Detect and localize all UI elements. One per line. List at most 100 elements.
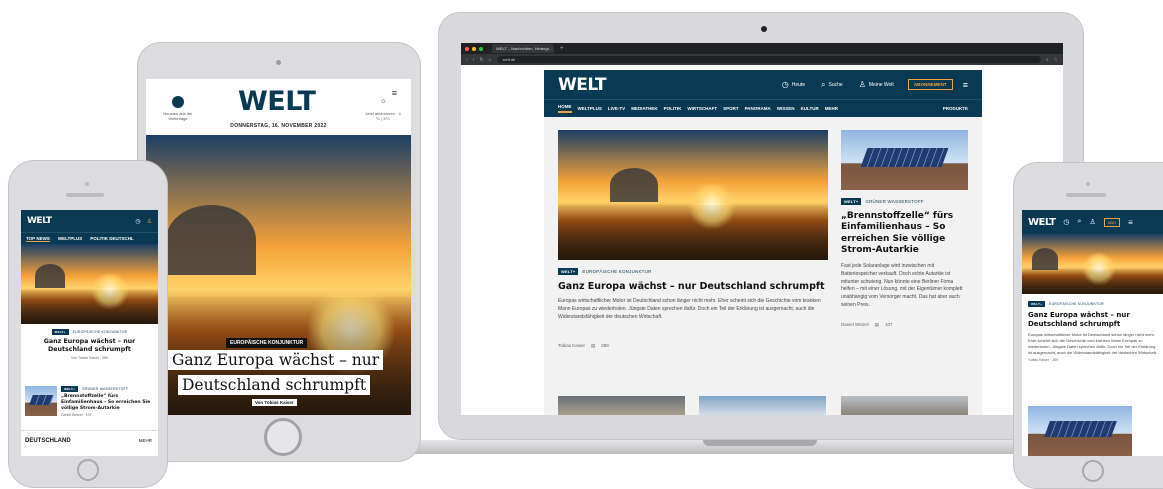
teaser-thumbnail-3[interactable] <box>841 396 968 415</box>
main-navigation: HOME WELTPLUS LIVE-TV MEDIATHEK POLITIK WIRTS… <box>544 99 982 117</box>
sun-glow <box>688 182 736 230</box>
tablet-headline-line-2[interactable]: Deutschland schrumpft <box>178 375 371 395</box>
tablet-byline: Von Tobias Kaiser <box>252 399 297 406</box>
phone-left-header: WELT ◷ ♙ <box>21 210 158 232</box>
subscribe-button[interactable]: ABO <box>1103 217 1121 227</box>
phone-left-tab[interactable]: WELTPLUS <box>58 236 82 241</box>
nav-item-weltplus[interactable]: WELTPLUS <box>578 106 602 111</box>
address-bar[interactable]: welt.de <box>496 56 1041 63</box>
lead-comment-count[interactable]: 289 <box>601 343 609 349</box>
phone-left-lead-photo[interactable] <box>21 244 158 324</box>
forward-icon[interactable]: › <box>473 57 475 63</box>
maximize-window-button[interactable] <box>479 46 483 51</box>
reichstag-dome <box>166 205 256 275</box>
side-story[interactable]: WELT+ GRÜNER WASSERSTOFF „Brennstoffzell… <box>841 130 968 328</box>
today-button[interactable]: ◷ Heute <box>782 80 805 89</box>
browser-tab[interactable]: WELT – Nachrichten, Hintergr... <box>492 44 554 53</box>
sun-glow <box>1082 252 1116 286</box>
menu-icon[interactable]: ≡ <box>963 80 968 90</box>
tablet-lead-photo[interactable] <box>146 135 411 415</box>
phone-right-solar-photo[interactable] <box>1028 406 1132 456</box>
tablet-home-button[interactable] <box>264 418 302 456</box>
phone-left-item-headline[interactable]: „Brennstoffzelle“ fürs Einfamilienhaus –… <box>61 394 155 412</box>
welt-logo[interactable]: WELT <box>238 86 316 117</box>
nav-item-kultur[interactable]: KULTUR <box>801 106 819 111</box>
phone-left-tab[interactable]: TOP NEWS <box>26 236 50 242</box>
phone-left-headline[interactable]: Ganz Europa wächst – nur Deutschland sch… <box>21 335 158 354</box>
welt-logo[interactable]: WELT <box>558 75 606 95</box>
menu-icon[interactable]: ≡ <box>1128 218 1133 227</box>
minimize-window-button[interactable] <box>472 46 476 51</box>
site-header: WELT ◷ Heute ⌕ Suche ♙ Meine Welt ABONNEMEN… <box>544 70 982 99</box>
section-more-link[interactable]: MEHR <box>139 438 152 444</box>
section-title[interactable]: DEUTSCHLAND <box>25 438 71 444</box>
account-icon[interactable]: ♙ <box>147 218 152 225</box>
nav-item-panorama[interactable]: PANORAMA <box>745 106 771 111</box>
welt-logo[interactable]: WELT <box>1028 217 1056 228</box>
welt-plus-badge: WELT+ <box>558 268 579 275</box>
nav-item-wissen[interactable]: WISSEN <box>777 106 795 111</box>
reichstag-dome <box>35 264 65 288</box>
phone-right-home-button[interactable] <box>1082 460 1104 482</box>
account-button[interactable]: ♙ Meine Welt <box>859 80 894 89</box>
phone-left-item-photo[interactable] <box>25 386 57 416</box>
clock-icon[interactable]: ◷ <box>135 218 140 225</box>
side-headline[interactable]: „Brennstoffzelle“ fürs Einfamilienhaus –… <box>841 211 968 256</box>
nav-item-politik[interactable]: POLITIK <box>664 106 682 111</box>
subscribe-button[interactable]: ABONNEMENT <box>907 79 953 90</box>
reichstag-dome <box>1032 248 1058 270</box>
phone-right-lead-photo[interactable] <box>1022 234 1163 294</box>
tablet-kicker: EUROPÄISCHE KONJUNKTUR <box>226 338 308 348</box>
clock-icon: ◷ <box>781 80 789 89</box>
phone-right-speaker <box>1066 193 1106 197</box>
phone-left-home-button[interactable] <box>77 459 99 481</box>
lead-teaser: Europas wirtschaftlicher Motor ist Deuts… <box>558 298 821 320</box>
phone-right-camera <box>1086 182 1090 186</box>
welt-plus-badge: WELT+ <box>61 386 79 392</box>
search-icon[interactable]: ⌕ <box>1046 57 1049 63</box>
phone-left-speaker <box>66 193 104 197</box>
weather-icon[interactable] <box>172 96 184 108</box>
nav-item-wirtschaft[interactable]: WIRTSCHAFT <box>687 106 717 111</box>
tablet-headline-line-1[interactable]: Ganz Europa wächst – nur <box>168 350 384 370</box>
side-comment-count[interactable]: 107 <box>885 322 893 328</box>
nav-item-mediathek[interactable]: MEDIATHEK <box>631 106 657 111</box>
account-label: Meine Welt <box>868 81 894 88</box>
nav-item-live-tv[interactable]: LIVE-TV <box>608 106 625 111</box>
phone-left-tab[interactable]: POLITIK DEUTSCHL <box>90 236 134 241</box>
phone-left-list-item[interactable]: WELT+ GRÜNER WASSERSTOFF „Brennstoffzell… <box>61 386 155 417</box>
lead-headline[interactable]: Ganz Europa wächst – nur Deutschland sch… <box>558 281 828 292</box>
teaser-thumbnail-1[interactable] <box>558 396 685 415</box>
divider <box>21 430 158 431</box>
nav-item-sport[interactable]: SPORT <box>723 106 739 111</box>
device-showcase: WELT – Nachrichten, Hintergr... + ‹ › ↻ … <box>0 0 1163 489</box>
clock-icon[interactable]: ◷ <box>1063 218 1069 226</box>
welt-logo[interactable]: WELT <box>27 216 52 226</box>
phone-right-meta: Tobias Kaiser · 289 <box>1028 358 1058 363</box>
close-window-button[interactable] <box>465 46 469 51</box>
nav-item-mehr[interactable]: MEHR <box>825 106 838 111</box>
user-icon[interactable]: ♙ <box>1089 218 1095 226</box>
nav-item-home[interactable]: HOME <box>558 104 572 113</box>
nav-item-produkte[interactable]: PRODUKTE <box>943 106 968 111</box>
side-kicker-text: GRÜNER WASSERSTOFF <box>865 199 924 204</box>
home-icon[interactable]: ⌂ <box>489 57 492 63</box>
search-icon[interactable]: ⌕ <box>1078 218 1082 226</box>
tablet-left-label: Neustes aus der Wetterlage <box>163 111 193 122</box>
solar-roof-photo[interactable] <box>841 130 968 190</box>
welt-plus-badge: WELT+ <box>1028 301 1046 307</box>
comment-icon: ▤ <box>591 343 596 349</box>
reload-icon[interactable]: ↻ <box>479 57 483 63</box>
bookmark-star-icon[interactable]: ☆ <box>1054 57 1058 63</box>
back-icon[interactable]: ‹ <box>466 57 468 63</box>
search-icon: ⌕ <box>821 79 826 89</box>
lead-photo[interactable] <box>558 130 828 260</box>
teaser-thumbnail-2[interactable] <box>699 396 826 415</box>
search-button[interactable]: ⌕ Suche <box>821 80 843 90</box>
new-tab-button[interactable]: + <box>560 46 564 52</box>
menu-icon[interactable]: ≡ <box>392 88 397 98</box>
tablet-date: DONNERSTAG, 16. NOVEMBER 2022 <box>230 123 327 129</box>
lead-story[interactable]: WELT+ EUROPÄISCHE KONJUNKTUR Ganz Europa… <box>558 130 828 349</box>
tablet-screen: Neustes aus der Wetterlage WELT DONNERST… <box>146 79 411 415</box>
phone-right-headline[interactable]: Ganz Europa wächst – nur Deutschland sch… <box>1022 307 1163 329</box>
